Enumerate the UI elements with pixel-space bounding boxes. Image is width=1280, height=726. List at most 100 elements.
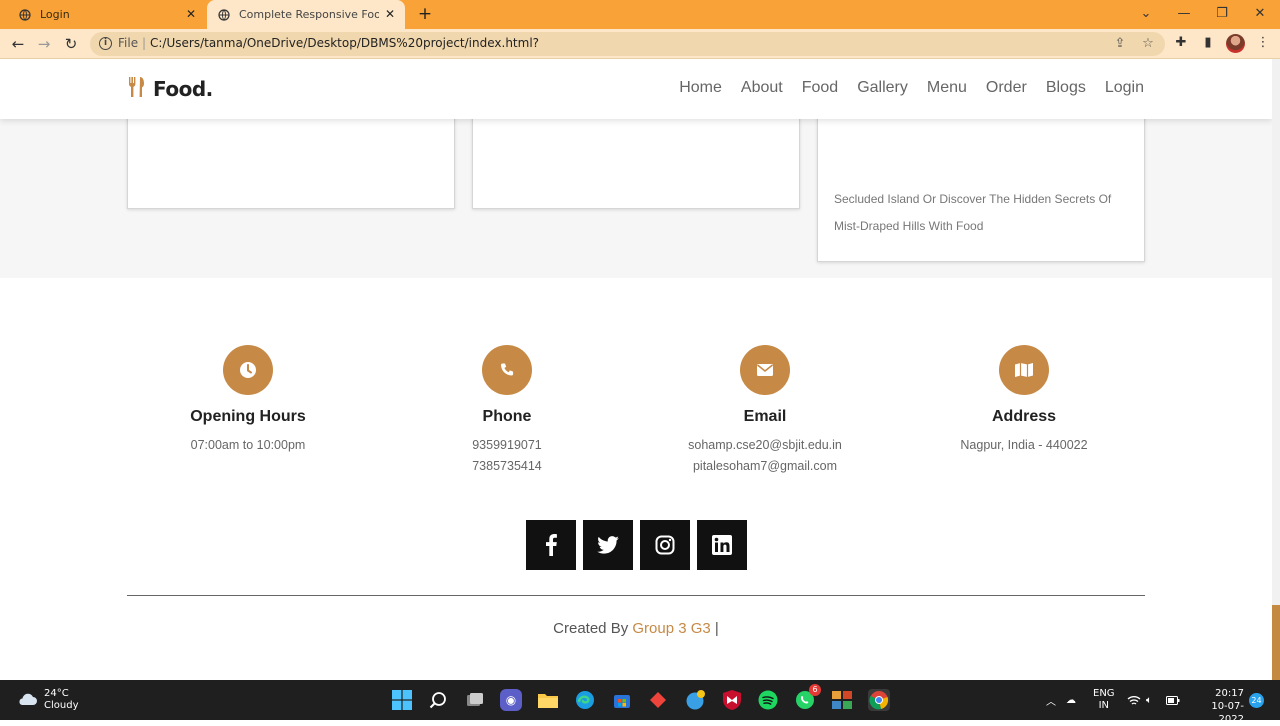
clock-date: 10-07-2022: [1211, 701, 1244, 725]
nav-food[interactable]: Food: [802, 79, 838, 97]
nav-menu[interactable]: Menu: [927, 79, 967, 97]
divider: |: [142, 36, 147, 50]
tab-title: Complete Responsive Food / Res: [239, 8, 379, 21]
credit-suffix: |: [710, 620, 719, 637]
linkedin-icon[interactable]: [697, 520, 747, 570]
lang-line: ENG: [1093, 688, 1115, 699]
weather-widget[interactable]: 24°C Cloudy: [16, 688, 78, 712]
credit-prefix: Created By: [553, 620, 633, 637]
footer: Opening Hours 07:00am to 10:00pm Phone 9…: [0, 278, 1272, 680]
show-hidden-icons[interactable]: ︿: [1046, 680, 1056, 720]
maximize-icon[interactable]: ❐: [1212, 4, 1232, 24]
whiteboard-icon[interactable]: [684, 689, 706, 711]
extensions-icon[interactable]: ✚: [1172, 34, 1190, 52]
reload-icon[interactable]: ↻: [61, 34, 81, 54]
nav-about[interactable]: About: [741, 79, 783, 97]
back-icon[interactable]: ←: [8, 34, 28, 54]
browser-tab-bar: Login ✕ Complete Responsive Food / Res ✕…: [0, 0, 1280, 29]
windows-start-icon[interactable]: [391, 689, 413, 711]
scheme-label: File: [118, 36, 139, 50]
weather-desc: Cloudy: [44, 700, 79, 711]
twitter-icon[interactable]: [583, 520, 633, 570]
side-panel-icon[interactable]: ▮: [1199, 34, 1217, 52]
info-icon[interactable]: i: [99, 37, 112, 50]
weather-temp: 24°C: [44, 688, 69, 699]
close-tab-icon[interactable]: ✕: [184, 7, 198, 21]
instagram-icon[interactable]: [640, 520, 690, 570]
chrome-icon[interactable]: [868, 689, 890, 711]
bookmark-star-icon[interactable]: ☆: [1140, 36, 1156, 52]
app-grid-icon[interactable]: [831, 689, 853, 711]
nav-gallery[interactable]: Gallery: [857, 79, 908, 97]
forward-icon[interactable]: →: [34, 34, 54, 54]
review-card: Secluded Island Or Discover The Hidden S…: [817, 109, 1145, 262]
edge-browser-icon[interactable]: [574, 689, 596, 711]
scrollbar-thumb[interactable]: [1272, 605, 1280, 680]
info-line: sohamp.cse20@sbjit.edu.in: [688, 438, 842, 452]
wifi-icon[interactable]: [1127, 680, 1141, 720]
battery-icon[interactable]: [1166, 680, 1180, 720]
url-text[interactable]: C:/Users/tanma/OneDrive/Desktop/DBMS%20p…: [150, 36, 539, 50]
close-tab-icon[interactable]: ✕: [383, 7, 397, 21]
phone-icon: [482, 345, 532, 395]
task-view-icon[interactable]: [464, 689, 486, 711]
site-header: Food. Home About Food Gallery Menu Order…: [0, 59, 1272, 119]
info-line: 7385735414: [472, 459, 542, 473]
mcafee-icon[interactable]: [721, 689, 743, 711]
clock-icon: [223, 345, 273, 395]
nav-order[interactable]: Order: [986, 79, 1027, 97]
nav-blogs[interactable]: Blogs: [1046, 79, 1086, 97]
address-bar: ← → ↻ i File | C:/Users/tanma/OneDrive/D…: [0, 29, 1280, 59]
social-links: [526, 520, 747, 570]
main-nav: Home About Food Gallery Menu Order Blogs…: [679, 79, 1144, 97]
clock-time: 20:17: [1215, 688, 1244, 699]
language-indicator[interactable]: ENG IN: [1093, 680, 1115, 720]
review-section: Secluded Island Or Discover The Hidden S…: [0, 109, 1272, 295]
utensils-icon: [127, 76, 147, 102]
new-tab-icon[interactable]: +: [416, 5, 434, 23]
onedrive-cloud-icon[interactable]: ☁: [1066, 680, 1076, 720]
facebook-icon[interactable]: [526, 520, 576, 570]
more-menu-icon[interactable]: ⋮: [1254, 34, 1272, 52]
info-line: 9359919071: [472, 438, 542, 452]
review-card: [472, 109, 800, 209]
notification-count-badge[interactable]: 24: [1249, 693, 1264, 708]
notification-badge: 6: [809, 684, 821, 696]
file-explorer-icon[interactable]: [537, 689, 559, 711]
page-scrollbar[interactable]: [1272, 59, 1280, 680]
envelope-icon: [740, 345, 790, 395]
globe-icon: [18, 8, 32, 22]
credit-brand-link[interactable]: Group 3 G3: [632, 620, 710, 637]
share-icon[interactable]: ⇪: [1112, 36, 1128, 52]
info-title: Opening Hours: [190, 408, 306, 425]
anydesk-icon[interactable]: [647, 689, 669, 711]
search-icon[interactable]: [427, 689, 449, 711]
footer-divider: [127, 595, 1145, 596]
volume-icon[interactable]: 🔈︎: [1146, 680, 1152, 720]
url-bar[interactable]: i File | C:/Users/tanma/OneDrive/Desktop…: [90, 32, 1165, 56]
nav-home[interactable]: Home: [679, 79, 722, 97]
info-line: pitalesoham7@gmail.com: [692, 459, 837, 473]
credit-line: Created By Group 3 G3 |: [0, 620, 1272, 637]
site-logo[interactable]: Food.: [127, 76, 213, 102]
whatsapp-icon[interactable]: 6: [794, 684, 821, 711]
close-window-icon[interactable]: ✕: [1250, 4, 1270, 24]
info-address: Address Nagpur, India - 440022: [899, 345, 1149, 456]
globe-icon: [217, 8, 231, 22]
profile-avatar[interactable]: [1226, 34, 1245, 53]
system-clock[interactable]: 20:17 10-07-2022: [1190, 687, 1244, 726]
minimize-icon[interactable]: —: [1174, 4, 1194, 24]
teams-chat-icon[interactable]: ◉: [500, 689, 522, 711]
store-icon[interactable]: [611, 689, 633, 711]
info-title: Phone: [482, 408, 532, 425]
taskbar: 24°C Cloudy ◉ 6 ︿ ☁ ENG IN 🔈︎ 20:17 10-0…: [0, 680, 1280, 725]
spotify-icon[interactable]: [757, 689, 779, 711]
tab-search-chevron-icon[interactable]: ⌄: [1136, 4, 1156, 24]
review-text: Secluded Island Or Discover The Hidden S…: [834, 192, 1112, 233]
page-viewport: Secluded Island Or Discover The Hidden S…: [0, 59, 1272, 680]
tab-title: Login: [40, 8, 70, 21]
tab-food[interactable]: Complete Responsive Food / Res ✕: [207, 0, 405, 29]
nav-login[interactable]: Login: [1105, 79, 1144, 97]
info-line: Nagpur, India - 440022: [960, 438, 1088, 452]
tab-login[interactable]: Login ✕: [8, 0, 206, 29]
